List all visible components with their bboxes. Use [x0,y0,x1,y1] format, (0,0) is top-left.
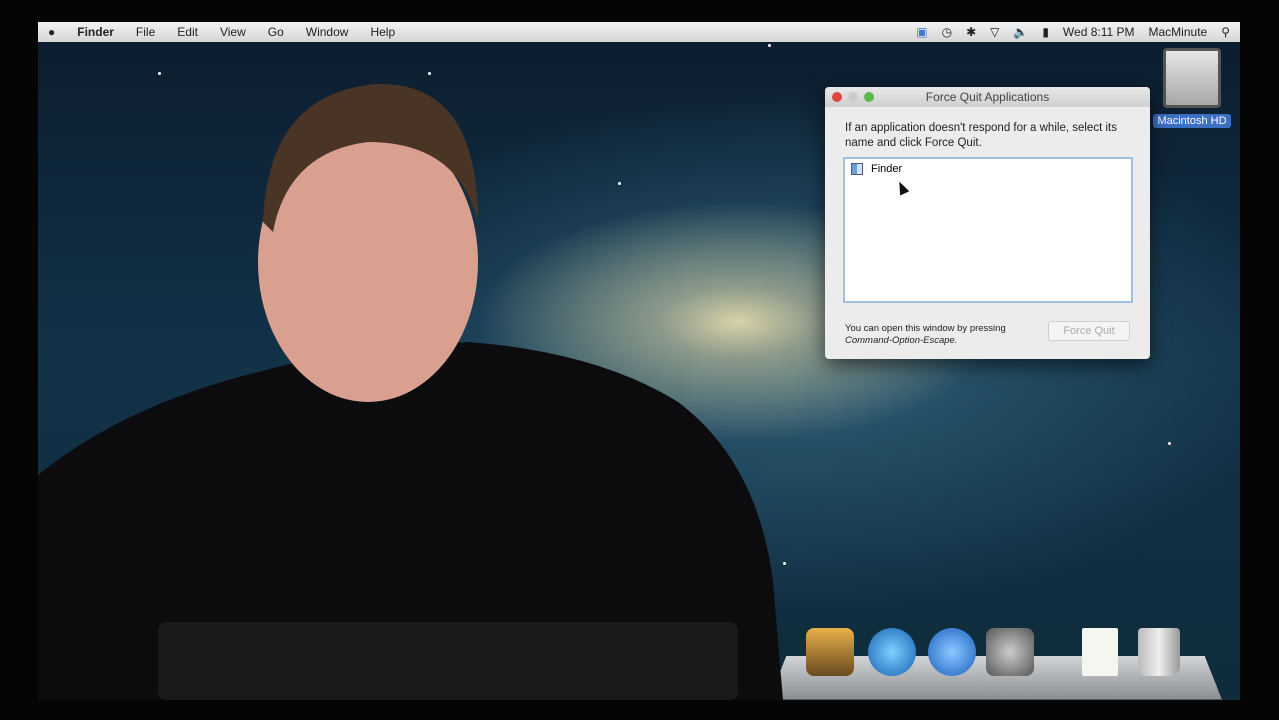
presenter-video-overlay [38,83,783,700]
desktop: ● Finder File Edit View Go Window Help ▣… [38,22,1240,700]
